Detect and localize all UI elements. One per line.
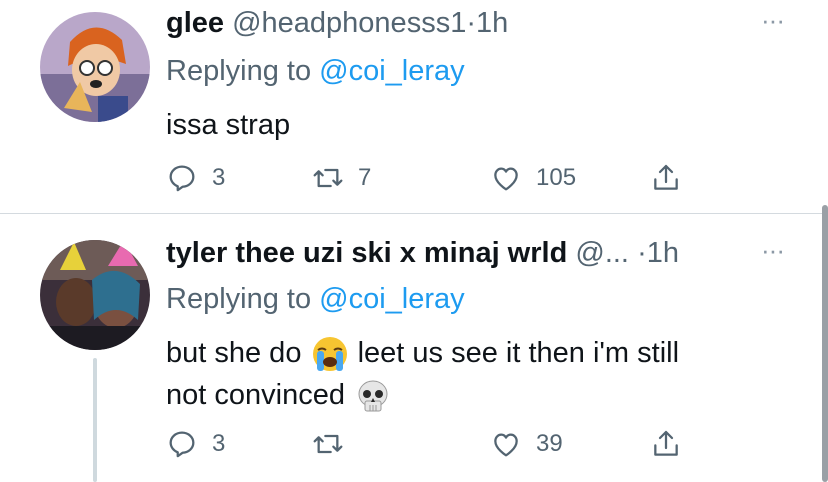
separator-dot: · (637, 237, 647, 269)
timestamp[interactable]: 1h (476, 7, 508, 39)
tweet-header: glee @headphonesss1·1h (166, 6, 508, 40)
display-name[interactable]: glee (166, 7, 224, 39)
reply-count: 3 (212, 164, 226, 191)
tweet-header: tyler thee uzi ski x minaj wrld @... ·1h (166, 236, 679, 270)
replying-to-label: Replying to (166, 283, 320, 315)
speech-bubble-icon (169, 165, 195, 192)
tweet-text: issa strap (166, 104, 290, 146)
mention-link[interactable]: @coi_leray (319, 55, 465, 87)
share-upload-icon (654, 164, 678, 190)
retweet-button[interactable]: 7 (312, 158, 371, 198)
avatar[interactable] (40, 240, 150, 350)
timestamp[interactable]: 1h (647, 237, 679, 269)
replying-to: Replying to @coi_leray (166, 54, 465, 88)
retweet-arrows-icon (313, 434, 343, 454)
like-button[interactable]: 39 (490, 424, 563, 464)
replying-to: Replying to @coi_leray (166, 282, 465, 316)
like-button[interactable]: 105 (490, 158, 576, 198)
tweet-text-line: issa strap (166, 109, 291, 141)
thread-line (93, 358, 97, 482)
tweet-actions: 3 7 105 (166, 158, 706, 198)
retweet-count: 7 (358, 164, 372, 191)
share-upload-icon (654, 430, 678, 456)
user-handle[interactable]: @... (575, 237, 629, 269)
loudly-crying-face-emoji (310, 334, 350, 374)
replying-to-label: Replying to (166, 55, 320, 87)
retweet-arrows-icon (313, 168, 343, 188)
more-options-icon[interactable]: ··· (761, 7, 785, 33)
skull-emoji (353, 377, 393, 417)
retweet-button[interactable] (312, 424, 358, 464)
display-name[interactable]: tyler thee uzi ski x minaj wrld (166, 237, 567, 269)
user-handle[interactable]: @headphonesss1 (232, 7, 466, 39)
reply-button[interactable]: 3 (166, 158, 225, 198)
share-button[interactable] (650, 158, 682, 198)
heart-outline-icon (494, 167, 518, 191)
tweet-divider (0, 213, 828, 214)
like-count: 105 (536, 164, 577, 191)
mention-link[interactable]: @coi_leray (319, 283, 465, 315)
speech-bubble-icon (169, 431, 195, 458)
heart-outline-icon (494, 433, 518, 457)
more-options-icon[interactable]: ··· (761, 237, 785, 263)
tweet-text-line: leet us see it then i'm still (357, 337, 680, 369)
like-count: 39 (536, 430, 563, 457)
reply-button[interactable]: 3 (166, 424, 225, 464)
tweet-text-line: but she do (166, 337, 302, 369)
tweet-text-line: not convinced (166, 379, 345, 412)
separator-dot: · (466, 7, 476, 39)
tweet-text: but she do leet us see it then i'm still… (166, 332, 786, 417)
tweet-actions: 3 39 (166, 424, 706, 464)
scrollbar[interactable] (822, 205, 828, 482)
tweet-1[interactable]: glee @headphonesss1·1h ··· Replying to @… (0, 0, 828, 214)
reply-count: 3 (212, 430, 226, 457)
share-button[interactable] (650, 424, 682, 464)
avatar[interactable] (40, 12, 150, 122)
